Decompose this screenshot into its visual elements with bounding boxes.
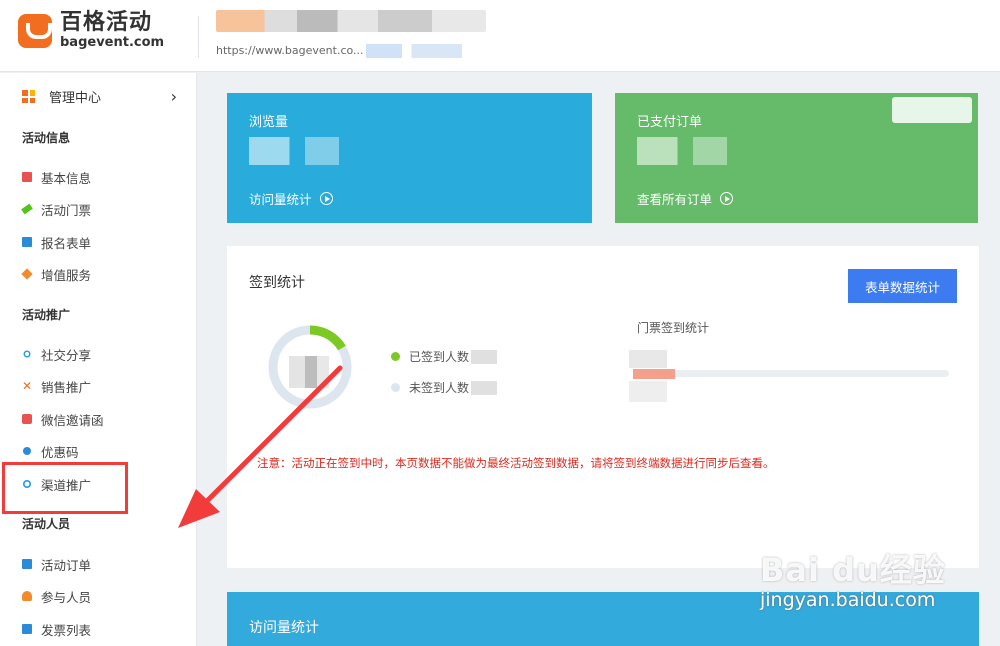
watermark-url: jingyan.baidu.com <box>760 589 936 611</box>
baidu-watermark: Bai du经验 jingyan.baidu.com <box>760 545 946 611</box>
watermark-main: Bai du经验 <box>760 551 946 589</box>
arrow-shaft <box>197 365 343 511</box>
